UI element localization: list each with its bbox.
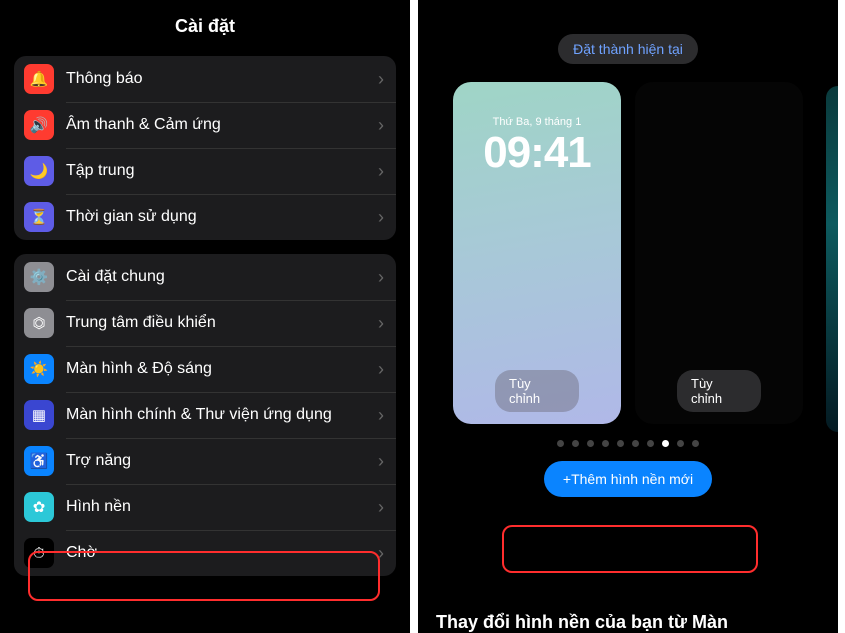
lockscreen-preview[interactable]: Thứ Ba, 9 tháng 1 09:41 Tùy chỉnh	[453, 82, 621, 424]
chevron-right-icon: ›	[378, 451, 384, 472]
settings-row-standby[interactable]: ⏱ Chờ›	[14, 530, 396, 576]
chevron-right-icon: ›	[378, 497, 384, 518]
brightness-icon: ☀️	[24, 354, 54, 384]
chevron-right-icon: ›	[378, 115, 384, 136]
highlight-add-button	[502, 525, 758, 573]
settings-row-gear[interactable]: ⚙️ Cài đặt chung›	[14, 254, 396, 300]
switches-icon: ⏣	[24, 308, 54, 338]
wallpaper-icon: ✿	[24, 492, 54, 522]
settings-row-label: Trợ năng	[66, 452, 378, 470]
settings-group-1: 🔔Thông báo›🔊Âm thanh & Cảm ứng›🌙Tập trun…	[14, 56, 396, 240]
pager-dot[interactable]	[677, 440, 684, 447]
settings-row-label: Thời gian sử dụng	[66, 208, 378, 226]
chevron-right-icon: ›	[378, 267, 384, 288]
pager-dot[interactable]	[692, 440, 699, 447]
settings-row-wallpaper[interactable]: ✿ Hình nền›	[14, 484, 396, 530]
chevron-right-icon: ›	[378, 543, 384, 564]
settings-row-accessibility[interactable]: ♿ Trợ năng›	[14, 438, 396, 484]
add-wallpaper-button[interactable]: +Thêm hình nền mới	[544, 461, 712, 497]
settings-row-label: Âm thanh & Cảm ứng	[66, 116, 378, 134]
settings-row-hourglass[interactable]: ⏳ Thời gian sử dụng›	[14, 194, 396, 240]
pager-dot[interactable]	[587, 440, 594, 447]
grid-icon: ▦	[24, 400, 54, 430]
settings-row-brightness[interactable]: ☀️ Màn hình & Độ sáng›	[14, 346, 396, 392]
wallpaper-screen: Đặt thành hiện tại Thứ Ba, 9 tháng 1 09:…	[418, 0, 838, 633]
settings-screen: Cài đặt 🔔Thông báo›🔊Âm thanh & Cảm ứng›🌙…	[0, 0, 410, 633]
settings-row-label: Màn hình & Độ sáng	[66, 360, 378, 378]
chevron-right-icon: ›	[378, 313, 384, 334]
chevron-right-icon: ›	[378, 207, 384, 228]
page-indicator	[418, 440, 838, 447]
next-card-peek	[826, 86, 838, 432]
settings-row-switches[interactable]: ⏣ Trung tâm điều khiển›	[14, 300, 396, 346]
customize-lockscreen-button[interactable]: Tùy chỉnh	[495, 370, 579, 412]
settings-row-label: Tập trung	[66, 162, 378, 180]
pager-dot[interactable]	[557, 440, 564, 447]
gear-icon: ⚙️	[24, 262, 54, 292]
hourglass-icon: ⏳	[24, 202, 54, 232]
chevron-right-icon: ›	[378, 405, 384, 426]
pager-dot[interactable]	[647, 440, 654, 447]
settings-row-label: Thông báo	[66, 70, 378, 88]
bell-icon: 🔔	[24, 64, 54, 94]
settings-row-label: Trung tâm điều khiển	[66, 314, 378, 332]
page-title: Cài đặt	[0, 0, 410, 52]
pager-dot[interactable]	[602, 440, 609, 447]
settings-row-grid[interactable]: ▦ Màn hình chính & Thư viện ứng dụng›	[14, 392, 396, 438]
pager-dot[interactable]	[662, 440, 669, 447]
footer-text: Thay đổi hình nền của bạn từ Màn	[436, 612, 728, 633]
customize-homescreen-button[interactable]: Tùy chỉnh	[677, 370, 761, 412]
set-current-button[interactable]: Đặt thành hiện tại	[558, 34, 698, 64]
chevron-right-icon: ›	[378, 69, 384, 90]
sound-icon: 🔊	[24, 110, 54, 140]
pager-dot[interactable]	[632, 440, 639, 447]
settings-row-sound[interactable]: 🔊 Âm thanh & Cảm ứng›	[14, 102, 396, 148]
settings-row-moon[interactable]: 🌙 Tập trung›	[14, 148, 396, 194]
settings-row-label: Hình nền	[66, 498, 378, 516]
homescreen-preview[interactable]: Tùy chỉnh	[635, 82, 803, 424]
settings-row-bell[interactable]: 🔔 Thông báo›	[14, 56, 396, 102]
settings-row-label: Cài đặt chung	[66, 268, 378, 286]
pager-dot[interactable]	[617, 440, 624, 447]
lockscreen-time: 09:41	[453, 128, 621, 178]
standby-icon: ⏱	[24, 538, 54, 568]
moon-icon: 🌙	[24, 156, 54, 186]
accessibility-icon: ♿	[24, 446, 54, 476]
settings-group-2: ⚙️Cài đặt chung›⏣Trung tâm điều khiển›☀️…	[14, 254, 396, 576]
chevron-right-icon: ›	[378, 161, 384, 182]
pager-dot[interactable]	[572, 440, 579, 447]
settings-row-label: Chờ	[66, 544, 378, 562]
wallpaper-cards: Thứ Ba, 9 tháng 1 09:41 Tùy chỉnh Tùy ch…	[418, 82, 838, 424]
chevron-right-icon: ›	[378, 359, 384, 380]
settings-row-label: Màn hình chính & Thư viện ứng dụng	[66, 406, 378, 424]
lockscreen-date: Thứ Ba, 9 tháng 1	[453, 116, 621, 128]
